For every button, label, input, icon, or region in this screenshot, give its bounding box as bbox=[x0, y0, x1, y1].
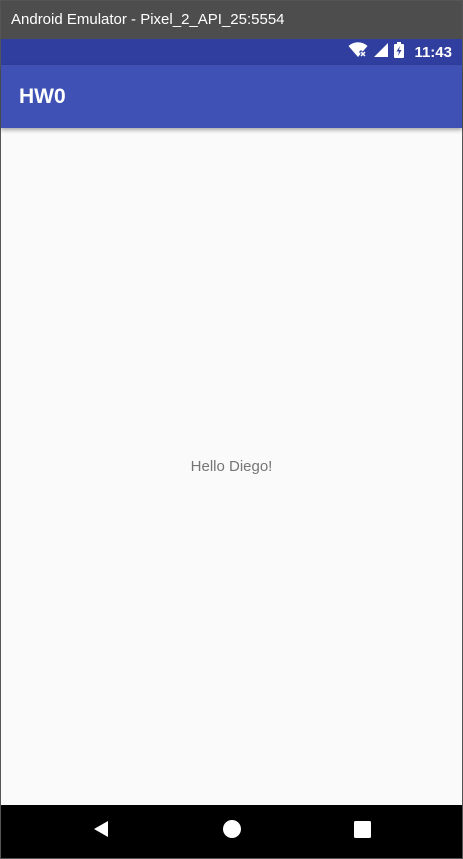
window-title-bar[interactable]: Android Emulator - Pixel_2_API_25:5554 bbox=[1, 1, 462, 39]
home-icon bbox=[222, 819, 242, 844]
wifi-icon bbox=[348, 41, 368, 63]
recents-button[interactable] bbox=[332, 805, 392, 858]
battery-charging-icon bbox=[394, 41, 405, 63]
greeting-text: Hello Diego! bbox=[190, 458, 273, 475]
app-title: HW0 bbox=[19, 85, 66, 108]
app-bar: HW0 bbox=[1, 65, 462, 128]
window-title: Android Emulator - Pixel_2_API_25:5554 bbox=[11, 11, 285, 28]
status-time: 11:43 bbox=[414, 43, 452, 61]
emulator-window: Android Emulator - Pixel_2_API_25:5554 1… bbox=[0, 0, 463, 859]
back-button[interactable] bbox=[71, 805, 131, 858]
main-content: Hello Diego! bbox=[1, 128, 462, 805]
navigation-bar bbox=[1, 805, 462, 858]
home-button[interactable] bbox=[202, 805, 262, 858]
status-bar: 11:43 bbox=[1, 39, 462, 65]
signal-icon bbox=[374, 42, 389, 62]
recents-icon bbox=[353, 820, 371, 843]
status-icons: 11:43 bbox=[348, 39, 452, 65]
back-icon bbox=[92, 820, 110, 843]
